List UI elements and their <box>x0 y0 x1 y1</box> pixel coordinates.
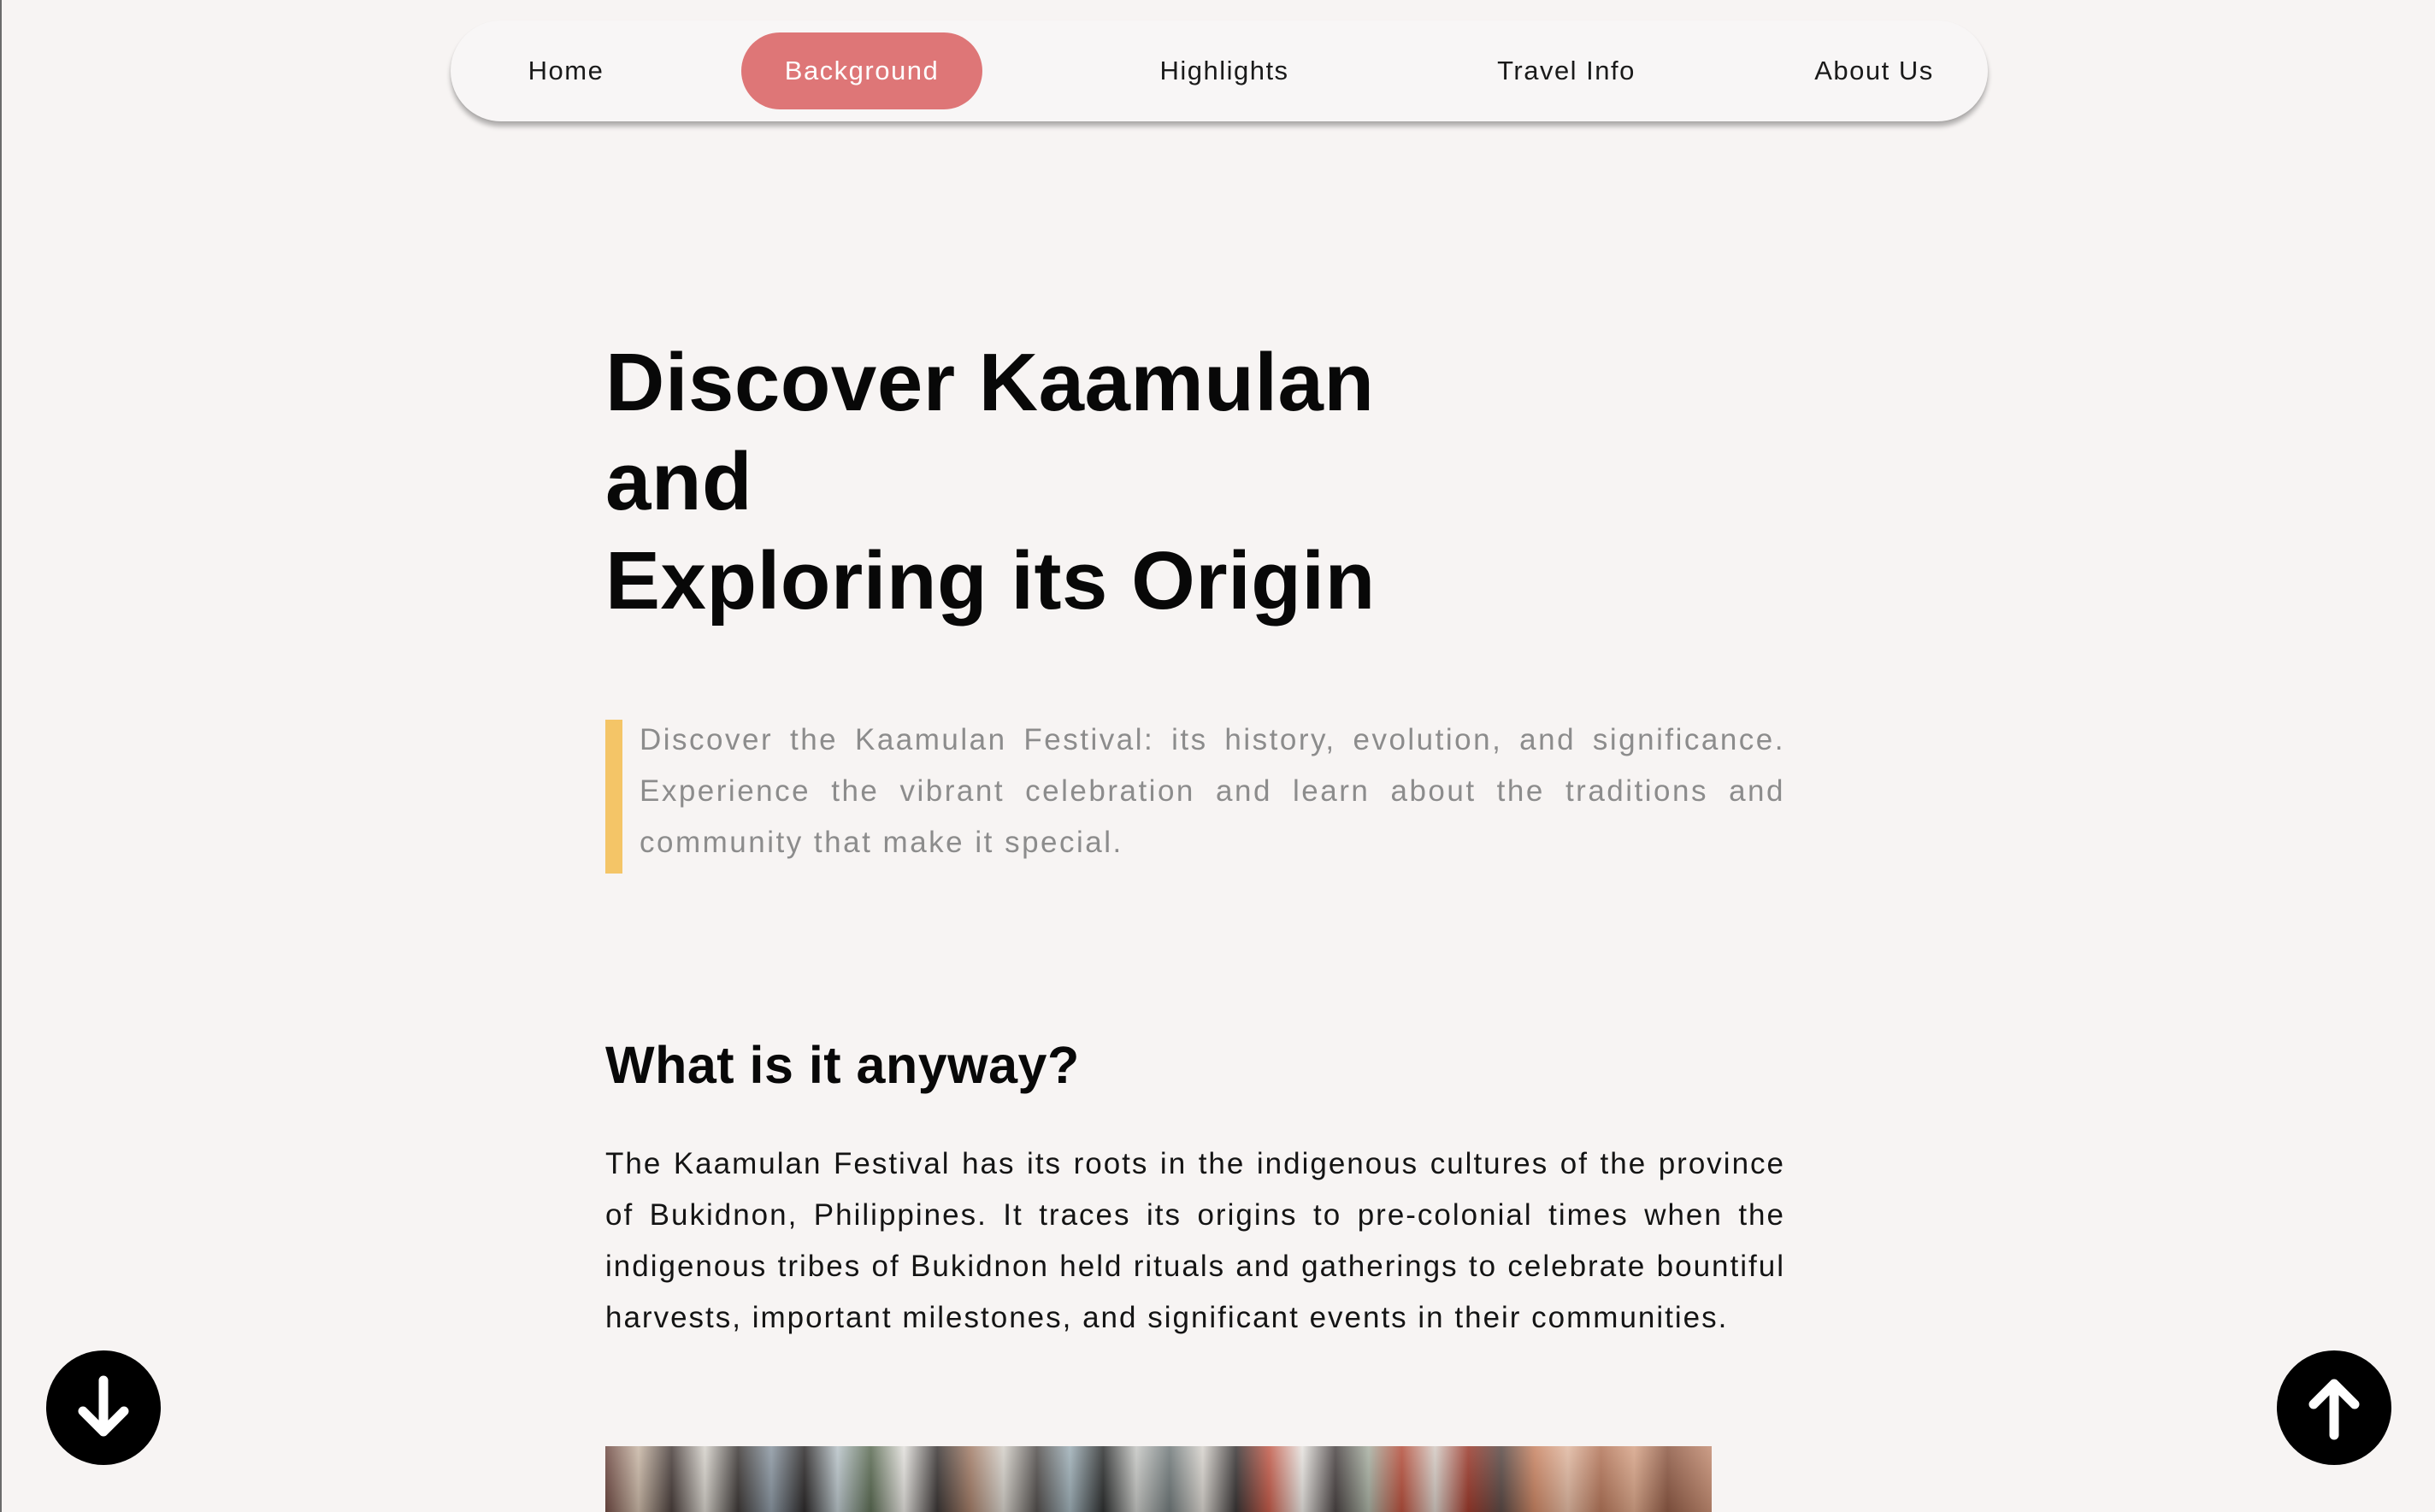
scroll-up-button[interactable] <box>2277 1350 2391 1465</box>
nav-item-about-us[interactable]: About Us <box>1784 32 1964 109</box>
scroll-down-button[interactable] <box>46 1350 161 1465</box>
arrow-down-icon <box>78 1375 129 1437</box>
intro-quote: Discover the Kaamulan Festival: its hist… <box>605 715 1785 874</box>
nav-item-home[interactable]: Home <box>485 32 647 109</box>
page-title-line-3: Exploring its Origin <box>605 535 1376 627</box>
page: Home Background Highlights Travel Info A… <box>0 0 2435 1512</box>
nav-item-travel-info[interactable]: Travel Info <box>1442 32 1690 109</box>
festival-photo <box>605 1446 1712 1512</box>
intro-text: Discover the Kaamulan Festival: its hist… <box>640 723 1785 859</box>
nav-item-highlights[interactable]: Highlights <box>1100 32 1348 109</box>
nav-item-background[interactable]: Background <box>741 32 982 109</box>
section-body: The Kaamulan Festival has its roots in t… <box>605 1147 1785 1334</box>
page-title: Discover Kaamulan and Exploring its Orig… <box>605 333 1785 631</box>
main-content: Discover Kaamulan and Exploring its Orig… <box>605 333 1785 1344</box>
arrow-up-icon <box>2308 1379 2360 1440</box>
quote-accent-bar <box>605 720 622 874</box>
section-heading: What is it anyway? <box>605 1036 1080 1094</box>
top-navigation: Home Background Highlights Travel Info A… <box>451 21 1988 121</box>
page-title-line-2: and <box>605 436 753 527</box>
page-title-line-1: Discover Kaamulan <box>605 337 1375 428</box>
